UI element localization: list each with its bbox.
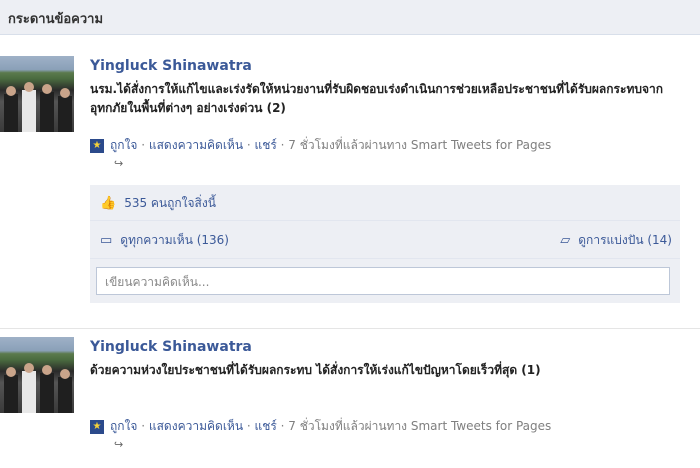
wall-title: กระดานข้อความ [8,12,104,27]
view-shares-link[interactable]: ดูการแบ่งปัน (14) [578,233,672,247]
share-arrow-icon: ↪ [114,438,124,451]
post-time: 7 ชั่วโมงที่แล้วผ่านทาง Smart Tweets for… [288,138,552,152]
app-icon: ★ [90,138,104,153]
share-link[interactable]: แชร์ [255,138,277,152]
shares-link-wrap: ▱ ดูการแบ่งปัน (14) [560,221,672,260]
post: Yingluck Shinawatra ด้วยความห่วงใยประชาช… [0,328,700,451]
thumbs-up-icon: 👍 [100,196,117,211]
comment-input[interactable]: เขียนความคิดเห็น... [96,267,670,295]
likes-count[interactable]: 535 คนถูกใจสิ่งนี้ [124,196,216,210]
comments-row: ▭ ดูทุกความเห็น (136) ▱ ดูการแบ่งปัน (14) [90,221,680,259]
like-link[interactable]: ถูกใจ [110,419,137,433]
comment-link[interactable]: แสดงความคิดเห็น [149,419,243,433]
app-icon: ★ [90,419,104,434]
post-message: ด้วยความห่วงใยประชาชนที่ได้รับผลกระทบ ได… [90,363,541,377]
feedback-box: 👍 535 คนถูกใจสิ่งนี้ ▭ ดูทุกความเห็น (136)… [90,185,680,303]
wall-header: กระดานข้อความ [0,0,700,35]
author-name[interactable]: Yingluck Shinawatra [90,339,252,355]
like-link[interactable]: ถูกใจ [110,138,137,152]
view-all-comments-link[interactable]: ดูทุกความเห็น (136) [120,233,229,247]
post-time: 7 ชั่วโมงที่แล้วผ่านทาง Smart Tweets for… [288,419,552,433]
share-icon: ▱ [560,233,571,248]
comment-link[interactable]: แสดงความคิดเห็น [149,138,243,152]
avatar[interactable] [0,56,74,132]
post-message: นรม.ได้สั่งการให้แก้ไขและเร่งรัดให้หน่วย… [90,82,664,115]
avatar[interactable] [0,337,74,413]
post-meta: ★ ถูกใจ · แสดงความคิดเห็น · แชร์ · 7 ชั่ว… [90,136,551,170]
share-link[interactable]: แชร์ [255,419,277,433]
post-meta: ★ ถูกใจ · แสดงความคิดเห็น · แชร์ · 7 ชั่ว… [90,417,551,451]
share-arrow-icon: ↪ [114,157,124,170]
likes-row: 👍 535 คนถูกใจสิ่งนี้ [90,185,680,221]
comment-icon: ▭ [100,233,113,248]
author-name[interactable]: Yingluck Shinawatra [90,58,252,74]
